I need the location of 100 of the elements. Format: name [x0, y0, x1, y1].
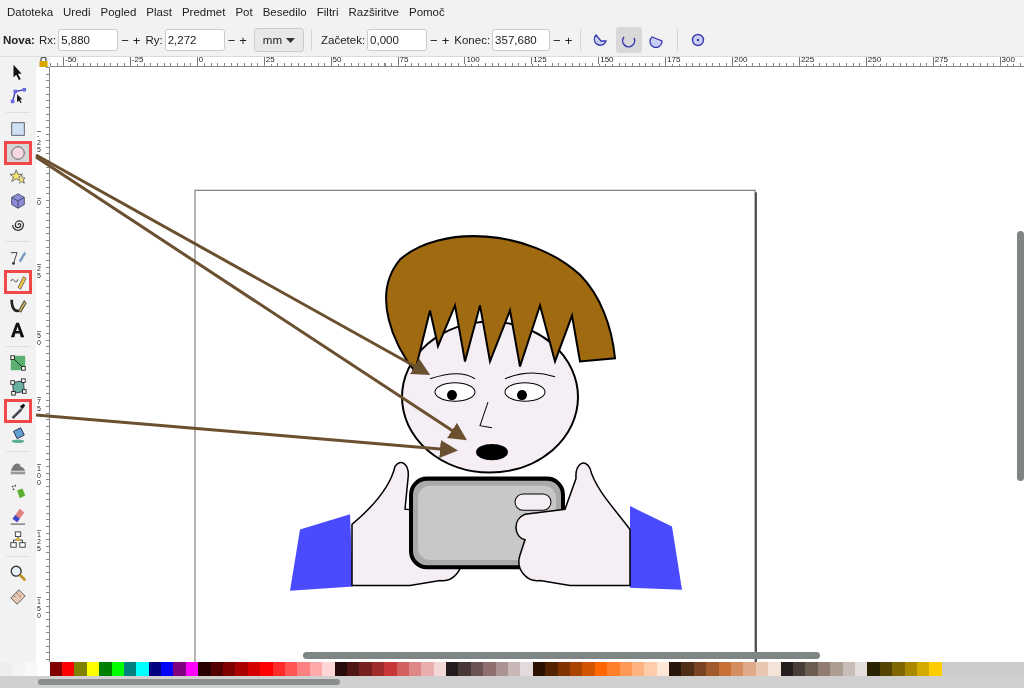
pen-icon — [9, 249, 27, 267]
ruler-label: 175 — [665, 57, 681, 64]
color-swatch[interactable] — [607, 662, 620, 676]
ruler-label: 75 — [397, 57, 409, 64]
ruler-label: 275 — [932, 57, 949, 64]
color-swatch[interactable] — [359, 662, 372, 676]
number-field[interactable]: 357,680 — [492, 29, 551, 51]
lock-icon[interactable] — [38, 57, 48, 67]
color-swatch[interactable] — [669, 662, 682, 676]
color-swatch[interactable] — [136, 662, 149, 676]
spray-can-icon — [9, 483, 27, 501]
number-field[interactable]: 0,000 — [367, 29, 428, 51]
color-swatch[interactable] — [161, 662, 174, 676]
color-swatch[interactable] — [260, 662, 273, 676]
color-swatch[interactable] — [0, 662, 13, 676]
increment-button[interactable]: + — [563, 32, 574, 48]
color-swatch[interactable] — [74, 662, 87, 676]
eraser-icon — [9, 507, 27, 525]
color-swatch[interactable] — [520, 662, 533, 676]
menu-item[interactable]: Pogled — [95, 6, 142, 18]
circle-icon — [691, 33, 706, 47]
color-swatch[interactable] — [681, 662, 694, 676]
tool-title: Nova: — [3, 34, 35, 46]
color-swatch[interactable] — [99, 662, 112, 676]
stars-icon — [9, 168, 27, 186]
slice-icon — [593, 32, 610, 48]
canvas[interactable] — [50, 67, 1024, 662]
unit-dropdown[interactable]: mm — [253, 28, 304, 52]
color-swatch[interactable] — [706, 662, 719, 676]
decrement-button[interactable]: − — [552, 32, 562, 48]
menu-item[interactable]: Razširitve — [343, 6, 404, 18]
color-swatch[interactable] — [867, 662, 880, 676]
color-swatch[interactable] — [483, 662, 496, 676]
cube-icon — [9, 192, 27, 210]
increment-button[interactable]: + — [238, 32, 248, 48]
ruler-label: 125 — [531, 57, 547, 64]
color-swatch[interactable] — [12, 662, 25, 676]
menu-item[interactable]: Datoteka — [2, 6, 59, 18]
color-swatch[interactable] — [446, 662, 459, 676]
arc-type-button[interactable] — [616, 27, 643, 53]
menu-item[interactable]: Besedilo — [257, 6, 312, 18]
color-swatch[interactable] — [508, 662, 521, 676]
increment-button[interactable]: + — [440, 32, 451, 48]
ruler-label: -50 — [63, 57, 77, 64]
color-swatch[interactable] — [731, 662, 744, 676]
color-swatch[interactable] — [768, 662, 781, 676]
color-swatch[interactable] — [793, 662, 806, 676]
field-label: Ry: — [145, 34, 163, 46]
color-swatch[interactable] — [297, 662, 310, 676]
text-icon — [9, 321, 27, 339]
ruler-label: -25 — [129, 57, 144, 64]
color-swatch[interactable] — [892, 662, 905, 676]
scrollbar[interactable] — [38, 679, 340, 685]
menu-item[interactable]: Plast — [141, 6, 177, 18]
decrement-button[interactable]: − — [120, 32, 130, 48]
node-icon — [9, 87, 27, 105]
scrollbar[interactable] — [1017, 231, 1024, 481]
color-swatch[interactable] — [235, 662, 248, 676]
menu-item[interactable]: Filtri — [311, 6, 344, 18]
rectangle-icon — [9, 120, 27, 138]
decrement-button[interactable]: − — [226, 32, 237, 48]
color-swatch[interactable] — [322, 662, 335, 676]
color-swatch[interactable] — [198, 662, 211, 676]
ruler-icon — [9, 588, 27, 606]
color-swatch[interactable] — [173, 662, 186, 676]
search-icon — [9, 564, 27, 582]
ruler-label: 150 — [598, 57, 614, 64]
tool-button[interactable] — [4, 399, 32, 423]
color-swatch[interactable] — [830, 662, 843, 676]
color-swatch[interactable] — [644, 662, 657, 676]
color-swatch[interactable] — [805, 662, 818, 676]
gradient-icon — [9, 354, 27, 372]
ruler-label: 200 — [732, 57, 748, 64]
ruler-label: 100 — [464, 57, 480, 64]
increment-button[interactable]: + — [131, 32, 142, 48]
menu-item[interactable]: Uredi — [58, 6, 96, 18]
color-swatch[interactable] — [384, 662, 397, 676]
caret-icon — [286, 37, 295, 43]
color-swatch[interactable] — [458, 662, 471, 676]
menu-item[interactable]: Predmet — [176, 6, 231, 18]
scrollbar[interactable] — [303, 652, 820, 659]
pencil-icon — [9, 273, 27, 291]
mesh-icon — [9, 378, 27, 396]
menu-item[interactable]: Pot — [230, 6, 258, 18]
color-swatch[interactable] — [929, 662, 942, 676]
decrement-button[interactable]: − — [429, 32, 439, 48]
ruler-label: 0 — [196, 57, 204, 64]
number-field[interactable]: 2,272 — [164, 29, 225, 51]
ruler-label: 50 — [330, 57, 342, 64]
color-swatch[interactable] — [582, 662, 595, 676]
number-field[interactable]: 5,880 — [58, 29, 119, 51]
menu-item[interactable]: Pomoč — [403, 6, 450, 18]
ruler-label: 300 — [999, 57, 1015, 64]
color-swatch[interactable] — [743, 662, 756, 676]
ruler-label: 250 — [865, 57, 882, 64]
color-swatch[interactable] — [545, 662, 558, 676]
dropper-icon — [9, 402, 27, 420]
color-swatch[interactable] — [421, 662, 434, 676]
color-swatch[interactable] — [223, 662, 236, 676]
color-swatch[interactable] — [37, 662, 50, 676]
